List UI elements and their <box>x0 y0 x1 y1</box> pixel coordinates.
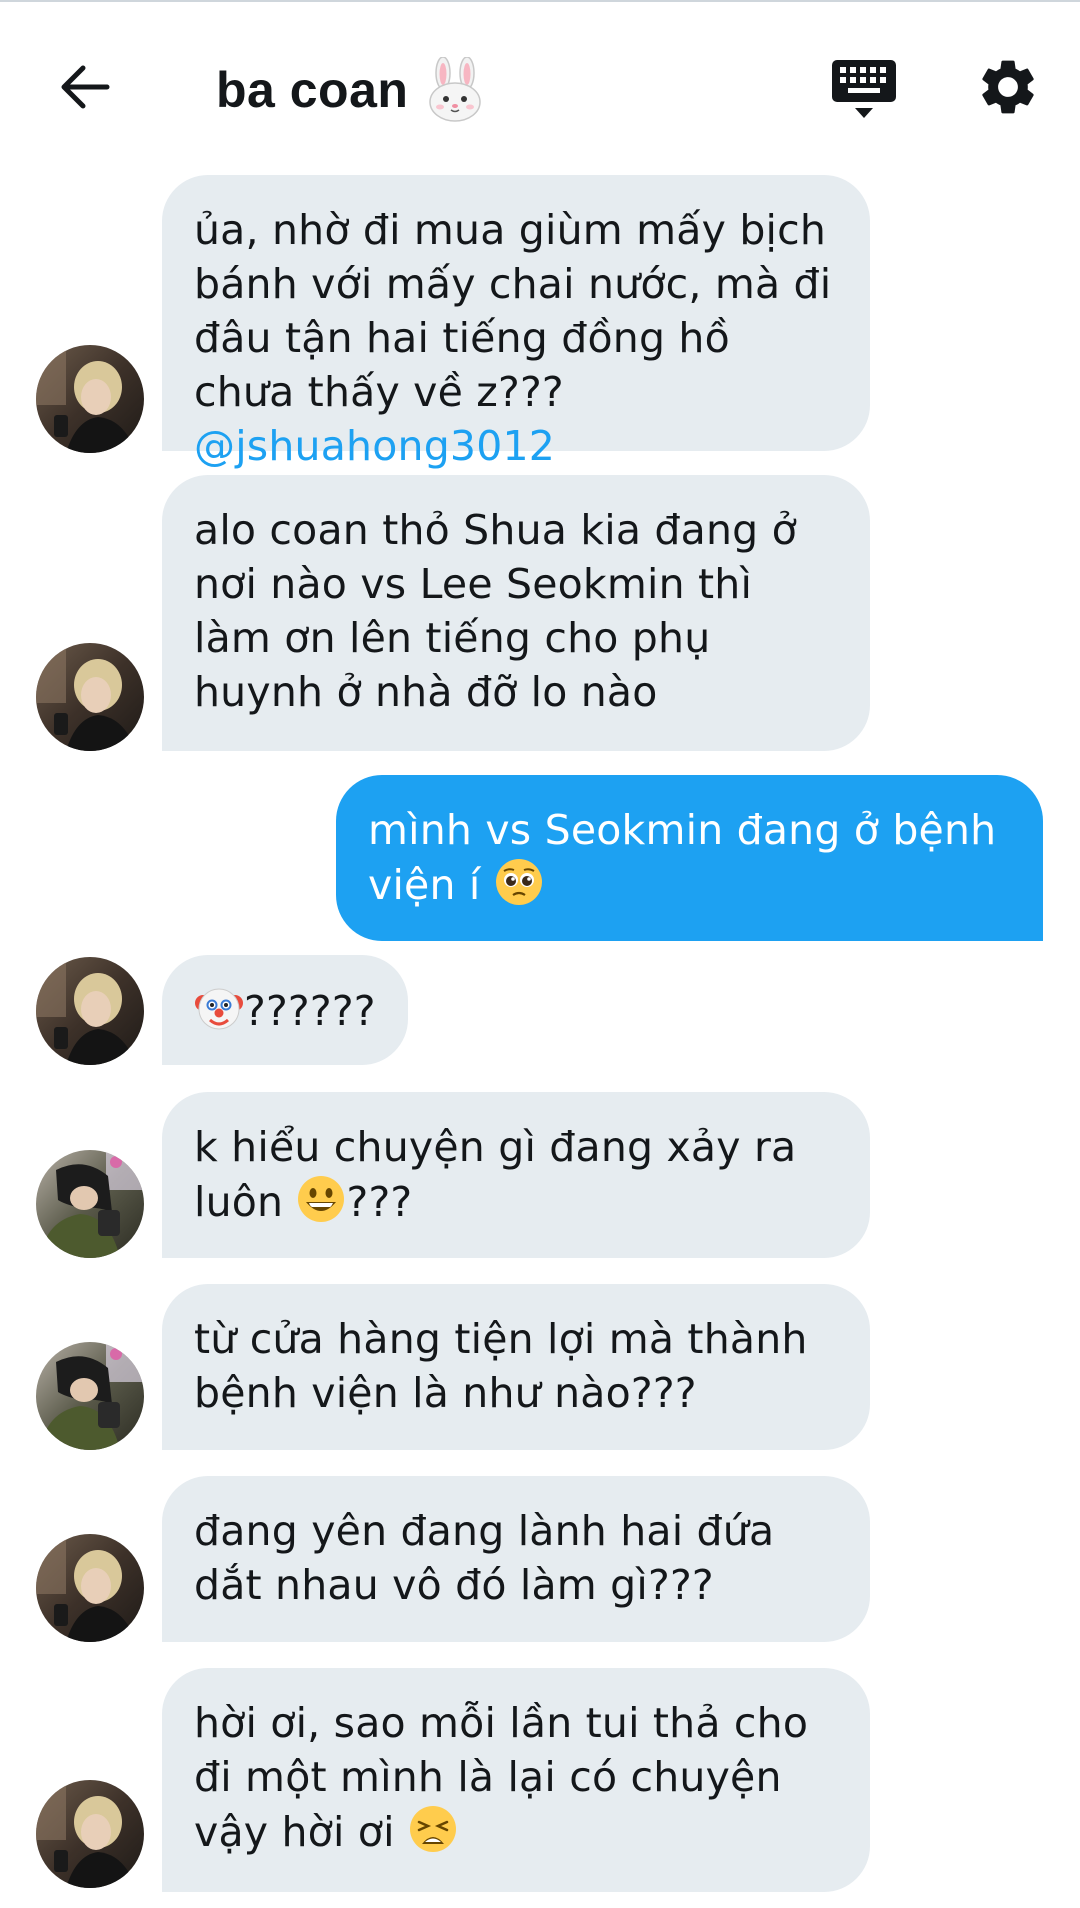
keyboard-button[interactable] <box>828 54 900 126</box>
message-text: hời ơi, sao mỗi lần tui thả cho đi một m… <box>194 1699 809 1856</box>
message-row: ủa, nhờ đi mua giùm mấy bịch bánh với mấ… <box>0 175 1080 470</box>
message-bubble: ủa, nhờ đi mua giùm mấy bịch bánh với mấ… <box>162 175 870 470</box>
message-text: alo coan thỏ Shua kia đang ở nơi nào vs … <box>194 506 797 716</box>
message-bubble-sent: mình vs Seokmin đang ở bệnh viện í <box>336 775 1043 941</box>
message-text: ủa, nhờ đi mua giùm mấy bịch bánh với mấ… <box>194 206 832 416</box>
message-row: k hiểu chuyện gì đang xảy ra luôn ??? <box>0 1092 1080 1258</box>
back-button[interactable] <box>50 52 120 122</box>
pleading-face-icon <box>495 859 542 905</box>
message-text: đang yên đang lành hai đứa dắt nhau vô đ… <box>194 1507 775 1609</box>
message-row: từ cửa hàng tiện lợi mà thành bệnh viện … <box>0 1284 1080 1450</box>
user-mention-link[interactable]: @jshuahong3012 <box>194 422 555 470</box>
message-row: alo coan thỏ Shua kia đang ở nơi nào vs … <box>0 475 1080 751</box>
message-row: đang yên đang lành hai đứa dắt nhau vô đ… <box>0 1476 1080 1642</box>
conversation-title-text: ba coan <box>216 62 409 118</box>
avatar[interactable] <box>36 1780 144 1888</box>
message-bubble: từ cửa hàng tiện lợi mà thành bệnh viện … <box>162 1284 870 1450</box>
avatar[interactable] <box>36 1534 144 1642</box>
conversation-title: ba coan <box>216 50 484 130</box>
keyboard-icon <box>832 60 896 118</box>
arrow-left-icon <box>61 65 110 109</box>
message-text: mình vs Seokmin đang ở bệnh viện í <box>368 806 997 909</box>
avatar[interactable] <box>36 1150 144 1258</box>
settings-button[interactable] <box>975 54 1041 120</box>
tired-face-icon <box>409 1806 456 1852</box>
avatar[interactable] <box>36 957 144 1065</box>
conversation-header: ba coan <box>0 2 1080 162</box>
avatar[interactable] <box>36 345 144 453</box>
clown-face-icon <box>195 988 243 1030</box>
avatar[interactable] <box>36 643 144 751</box>
message-text: k hiểu chuyện gì đang xảy ra luôn <box>194 1123 797 1226</box>
message-bubble: k hiểu chuyện gì đang xảy ra luôn ??? <box>162 1092 870 1258</box>
message-row-sent: mình vs Seokmin đang ở bệnh viện í <box>0 775 1080 941</box>
message-bubble: đang yên đang lành hai đứa dắt nhau vô đ… <box>162 1476 870 1642</box>
grinning-face-icon <box>298 1176 345 1222</box>
gear-icon <box>982 60 1034 114</box>
message-text: ?????? <box>244 987 376 1035</box>
rabbit-face-icon <box>429 57 482 122</box>
message-bubble: hời ơi, sao mỗi lần tui thả cho đi một m… <box>162 1668 870 1892</box>
message-text: từ cửa hàng tiện lợi mà thành bệnh viện … <box>194 1315 808 1417</box>
message-row: ?????? <box>0 955 1080 1065</box>
message-bubble: alo coan thỏ Shua kia đang ở nơi nào vs … <box>162 475 870 751</box>
message-row: hời ơi, sao mỗi lần tui thả cho đi một m… <box>0 1668 1080 1908</box>
avatar[interactable] <box>36 1342 144 1450</box>
message-text-suffix: ??? <box>346 1178 413 1226</box>
message-bubble: ?????? <box>162 955 408 1065</box>
